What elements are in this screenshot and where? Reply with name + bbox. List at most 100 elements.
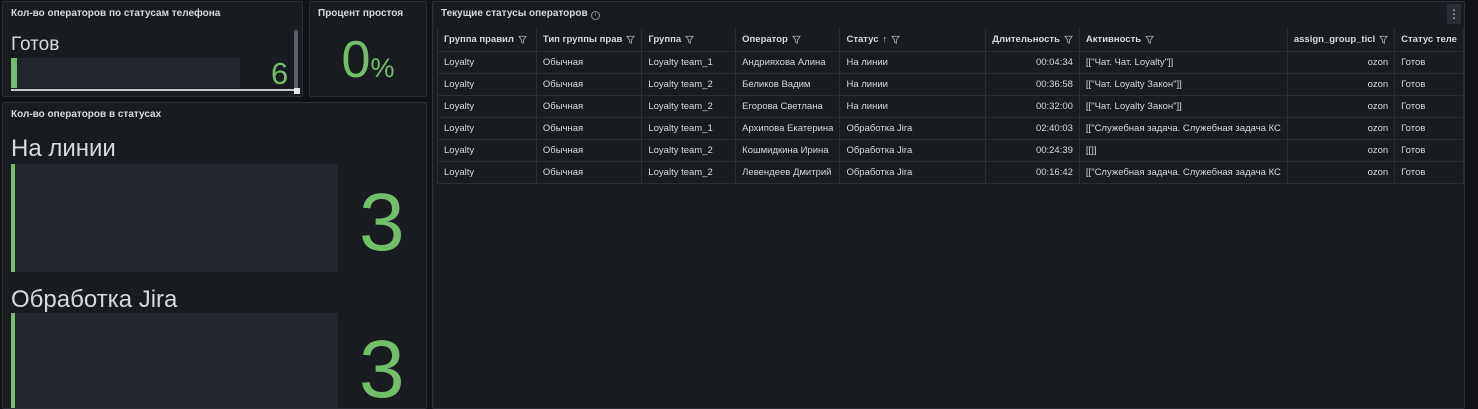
table-cell: Архипова Екатерина: [735, 116, 841, 140]
gauge-label-jira: Обработка Jira: [11, 286, 178, 313]
table-cell: [["Служебная задача. Служебная задача КС: [1078, 116, 1288, 140]
table-cell: Готов: [1394, 116, 1464, 140]
table-cell: Loyalty team_2: [641, 94, 737, 118]
table-cell: ozon: [1286, 50, 1396, 74]
table-cell: ozon: [1286, 160, 1396, 184]
column-header[interactable]: Активность: [1078, 28, 1288, 52]
table-cell: [["Чат. Loyalty Закон"]]: [1078, 72, 1288, 96]
panel-menu-button[interactable]: ⋮: [1447, 4, 1461, 24]
table-cell: На линии: [839, 94, 987, 118]
column-header[interactable]: Тип группы прав: [535, 28, 643, 52]
filter-icon[interactable]: [626, 35, 636, 44]
table-cell: Loyalty team_1: [641, 116, 737, 140]
column-header-label: Статус: [846, 33, 879, 45]
table-cell: 00:04:34: [985, 50, 1080, 74]
table-cell: 00:24:39: [985, 138, 1080, 162]
table-row[interactable]: Loyalty Обычная Loyalty team_2 Егорова Свет…: [437, 94, 1464, 118]
sort-ascending-icon[interactable]: ↑: [883, 34, 888, 44]
table-cell: Обычная: [535, 50, 643, 74]
filter-icon[interactable]: [1063, 35, 1073, 44]
column-header[interactable]: Статус ↑: [839, 28, 987, 52]
table-cell: 00:16:42: [985, 160, 1080, 184]
column-header-label: assign_group_ticl: [1293, 33, 1376, 45]
table-cell: ozon: [1286, 94, 1396, 118]
column-header[interactable]: assign_group_ticl: [1286, 28, 1396, 52]
scrollbar-thumb[interactable]: [294, 31, 298, 89]
column-header-label: Тип группы прав: [542, 33, 623, 45]
filter-icon[interactable]: [891, 35, 900, 44]
column-header-label: Статус теле: [1401, 33, 1457, 45]
table-cell: Обработка Jira: [839, 116, 987, 140]
filter-icon[interactable]: [1379, 35, 1389, 44]
table-cell: [[]]: [1078, 138, 1288, 162]
table-cell: Обычная: [535, 116, 643, 140]
table-cell: [["Чат. Loyalty Закон"]]: [1078, 94, 1288, 118]
column-header-label: Длительность: [992, 33, 1060, 45]
table-row[interactable]: Loyalty Обычная Loyalty team_2 Беликов Вади…: [437, 72, 1464, 96]
table-cell: Loyalty: [437, 138, 537, 162]
column-header[interactable]: Группа: [641, 28, 737, 52]
column-header-label: Группа: [648, 33, 682, 45]
table-cell: На линии: [839, 72, 987, 96]
column-header[interactable]: Группа правил: [437, 28, 537, 52]
table-row[interactable]: Loyalty Обычная Loyalty team_2 Левендеев Дм…: [437, 160, 1464, 184]
resize-handle[interactable]: [294, 88, 300, 94]
table-cell: 00:32:00: [985, 94, 1080, 118]
table-header-row: Группа правил Тип группы прав Группа Операт…: [437, 28, 1464, 52]
operators-table: Группа правил Тип группы прав Группа Операт…: [437, 28, 1464, 184]
table-cell: Обработка Jira: [839, 160, 987, 184]
table-cell: Обработка Jira: [839, 138, 987, 162]
table-body: Loyalty Обычная Loyalty team_1 Андрияхова А…: [437, 50, 1464, 184]
current-status-panel: Текущие статусы операторов i ⋮ Группа пр…: [432, 1, 1465, 409]
gauge-value-jira: 3: [359, 324, 405, 409]
panel-title[interactable]: Текущие статусы операторов: [441, 8, 588, 19]
filter-icon[interactable]: [685, 35, 695, 44]
gauge-fill: [11, 313, 15, 408]
column-header[interactable]: Статус теле: [1394, 28, 1464, 52]
table-cell: Готов: [1394, 72, 1464, 96]
table-cell: Loyalty team_2: [641, 160, 737, 184]
table-row[interactable]: Loyalty Обычная Loyalty team_2 Кошмидкина И…: [437, 138, 1464, 162]
divider: [11, 89, 295, 91]
table-cell: ozon: [1286, 116, 1396, 140]
column-header[interactable]: Оператор: [735, 28, 841, 52]
panel-title[interactable]: Кол-во операторов по статусам телефона: [11, 8, 220, 19]
table-cell: Готов: [1394, 50, 1464, 74]
column-header-label: Группа правил: [444, 33, 514, 45]
stat-value: 0%: [310, 30, 426, 90]
column-header[interactable]: Длительность: [985, 28, 1080, 52]
table-cell: Егорова Светлана: [735, 94, 841, 118]
bar-gauge-value: 6: [271, 56, 289, 91]
panel-title[interactable]: Процент простоя: [318, 8, 403, 19]
table-cell: Loyalty: [437, 116, 537, 140]
table-cell: Готов: [1394, 138, 1464, 162]
gauge-track: [11, 313, 338, 408]
table-cell: Loyalty: [437, 160, 537, 184]
panel-title[interactable]: Кол-во операторов в статусах: [11, 109, 161, 120]
table-cell: Loyalty team_1: [641, 50, 737, 74]
bar-gauge-fill: [11, 58, 17, 88]
filter-icon[interactable]: [1145, 35, 1155, 44]
table-cell: На линии: [839, 50, 987, 74]
table-cell: 00:36:58: [985, 72, 1080, 96]
gauge-fill: [11, 164, 15, 272]
table-row[interactable]: Loyalty Обычная Loyalty team_1 Архипова Ека…: [437, 116, 1464, 140]
table-cell: [["Служебная задача. Служебная задача КС: [1078, 160, 1288, 184]
table-cell: Готов: [1394, 94, 1464, 118]
filter-icon[interactable]: [517, 35, 527, 44]
table-cell: ozon: [1286, 138, 1396, 162]
table-cell: Готов: [1394, 160, 1464, 184]
idle-percent-panel: Процент простоя 0%: [309, 1, 427, 97]
status-counts-panel: Кол-во операторов в статусах На линии 3 …: [2, 102, 427, 409]
gauge-value-on-line: 3: [359, 177, 405, 268]
column-header-label: Оператор: [742, 33, 788, 45]
table-cell: Обычная: [535, 94, 643, 118]
info-icon[interactable]: i: [591, 11, 600, 20]
table-cell: [["Чат. Чат. Loyalty"]]: [1078, 50, 1288, 74]
table-cell: Loyalty: [437, 94, 537, 118]
table-cell: 02:40:03: [985, 116, 1080, 140]
table-row[interactable]: Loyalty Обычная Loyalty team_1 Андрияхова А…: [437, 50, 1464, 74]
table-cell: ozon: [1286, 72, 1396, 96]
filter-icon[interactable]: [791, 35, 801, 44]
column-header-label: Активность: [1085, 33, 1142, 45]
